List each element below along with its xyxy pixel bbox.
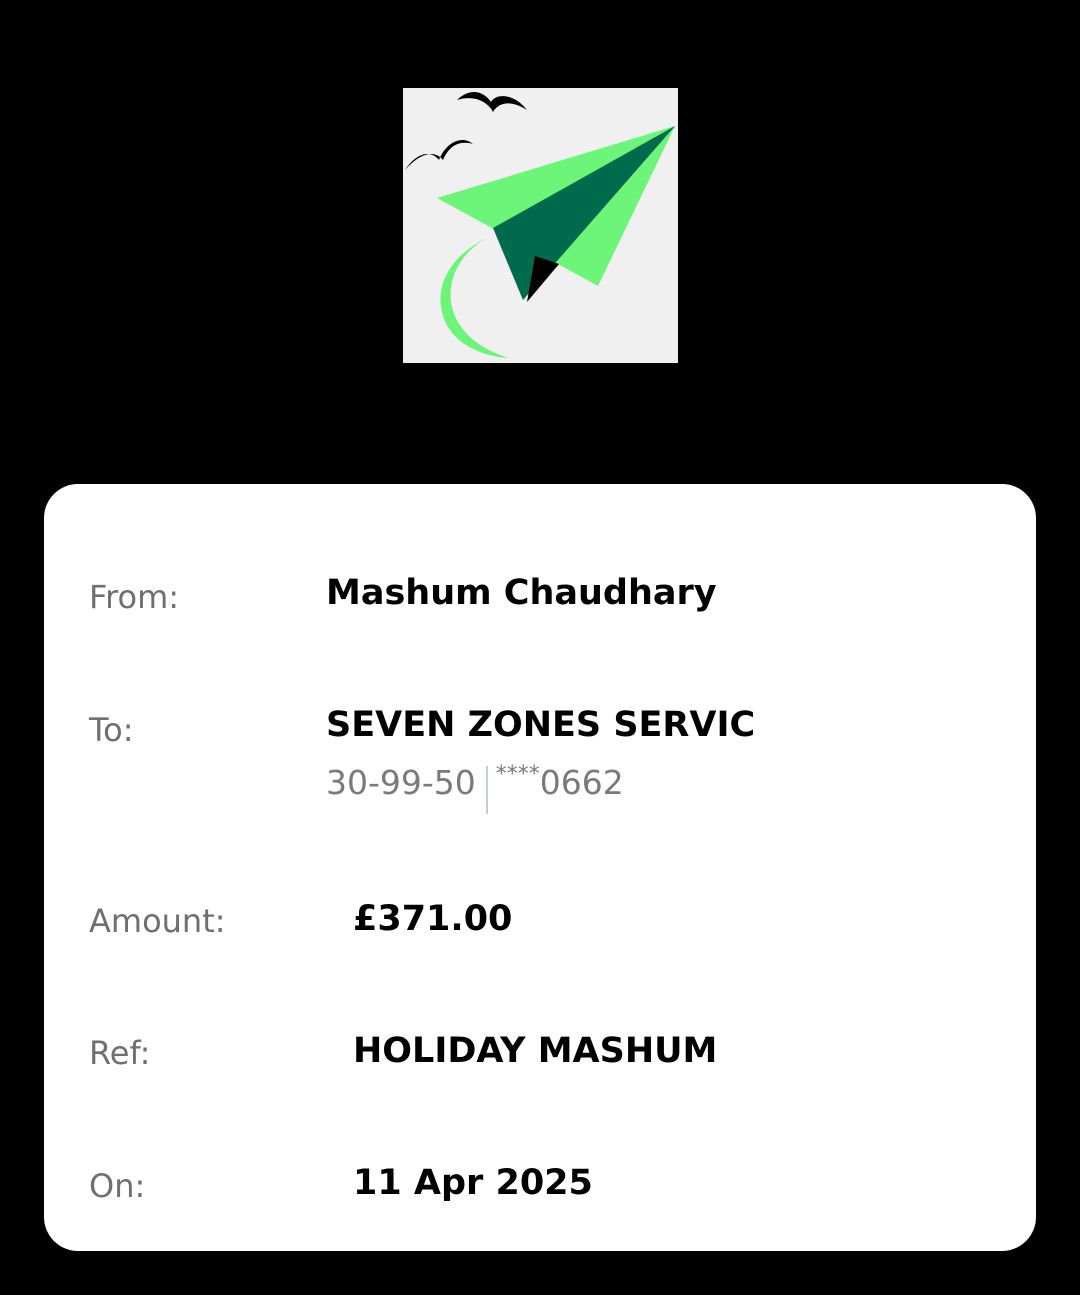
transfer-details-card: From: Mashum Chaudhary To: SEVEN ZONES S…: [44, 484, 1036, 1251]
ref-value: HOLIDAY MASHUM: [353, 1031, 718, 1071]
to-value: SEVEN ZONES SERVIC: [326, 705, 756, 745]
date-value: 11 Apr 2025: [353, 1163, 593, 1203]
account-last4: 0662: [539, 762, 624, 802]
ref-label: Ref:: [89, 1034, 151, 1072]
account-details: 30-99-50 **** 0662: [326, 758, 624, 814]
date-label: On:: [89, 1167, 146, 1205]
amount-value: £371.00: [353, 899, 513, 939]
divider: [485, 766, 488, 814]
account-mask: ****: [495, 761, 540, 787]
from-value: Mashum Chaudhary: [326, 573, 717, 613]
from-label: From:: [89, 578, 180, 616]
amount-label: Amount:: [89, 902, 226, 940]
paper-plane-logo-icon: [403, 88, 678, 363]
to-label: To:: [89, 711, 134, 749]
sort-code: 30-99-50: [326, 762, 476, 802]
